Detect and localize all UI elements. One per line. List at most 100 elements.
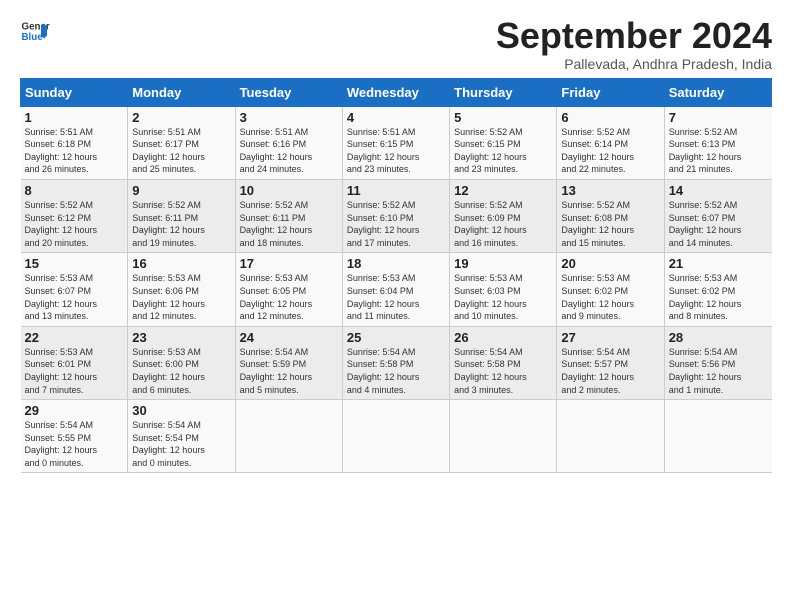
- table-cell: 6Sunrise: 5:52 AM Sunset: 6:14 PM Daylig…: [557, 106, 664, 179]
- table-cell: 16Sunrise: 5:53 AM Sunset: 6:06 PM Dayli…: [128, 253, 235, 326]
- col-wednesday: Wednesday: [342, 78, 449, 106]
- table-row: 8Sunrise: 5:52 AM Sunset: 6:12 PM Daylig…: [21, 179, 772, 252]
- table-row: 29Sunrise: 5:54 AM Sunset: 5:55 PM Dayli…: [21, 400, 772, 473]
- table-cell: 23Sunrise: 5:53 AM Sunset: 6:00 PM Dayli…: [128, 326, 235, 399]
- table-cell: 24Sunrise: 5:54 AM Sunset: 5:59 PM Dayli…: [235, 326, 342, 399]
- day-number: 23: [132, 330, 230, 345]
- col-tuesday: Tuesday: [235, 78, 342, 106]
- col-saturday: Saturday: [664, 78, 771, 106]
- table-cell: 20Sunrise: 5:53 AM Sunset: 6:02 PM Dayli…: [557, 253, 664, 326]
- day-info: Sunrise: 5:51 AM Sunset: 6:15 PM Dayligh…: [347, 126, 445, 176]
- table-cell: 4Sunrise: 5:51 AM Sunset: 6:15 PM Daylig…: [342, 106, 449, 179]
- table-cell: 10Sunrise: 5:52 AM Sunset: 6:11 PM Dayli…: [235, 179, 342, 252]
- table-cell: 18Sunrise: 5:53 AM Sunset: 6:04 PM Dayli…: [342, 253, 449, 326]
- day-info: Sunrise: 5:53 AM Sunset: 6:04 PM Dayligh…: [347, 272, 445, 322]
- day-number: 6: [561, 110, 659, 125]
- month-title: September 2024: [496, 16, 772, 56]
- table-cell: 26Sunrise: 5:54 AM Sunset: 5:58 PM Dayli…: [450, 326, 557, 399]
- day-number: 9: [132, 183, 230, 198]
- subtitle: Pallevada, Andhra Pradesh, India: [496, 56, 772, 72]
- logo: General Blue: [20, 16, 50, 46]
- day-number: 5: [454, 110, 552, 125]
- day-number: 8: [25, 183, 124, 198]
- calendar-table: Sunday Monday Tuesday Wednesday Thursday…: [20, 78, 772, 474]
- table-cell: [664, 400, 771, 473]
- table-cell: 15Sunrise: 5:53 AM Sunset: 6:07 PM Dayli…: [21, 253, 128, 326]
- table-cell: 14Sunrise: 5:52 AM Sunset: 6:07 PM Dayli…: [664, 179, 771, 252]
- day-number: 21: [669, 256, 768, 271]
- day-number: 10: [240, 183, 338, 198]
- table-cell: 22Sunrise: 5:53 AM Sunset: 6:01 PM Dayli…: [21, 326, 128, 399]
- day-number: 28: [669, 330, 768, 345]
- day-info: Sunrise: 5:54 AM Sunset: 5:57 PM Dayligh…: [561, 346, 659, 396]
- day-number: 16: [132, 256, 230, 271]
- day-info: Sunrise: 5:52 AM Sunset: 6:11 PM Dayligh…: [240, 199, 338, 249]
- day-info: Sunrise: 5:53 AM Sunset: 6:02 PM Dayligh…: [669, 272, 768, 322]
- table-cell: 21Sunrise: 5:53 AM Sunset: 6:02 PM Dayli…: [664, 253, 771, 326]
- day-number: 17: [240, 256, 338, 271]
- day-number: 27: [561, 330, 659, 345]
- day-number: 4: [347, 110, 445, 125]
- day-info: Sunrise: 5:52 AM Sunset: 6:10 PM Dayligh…: [347, 199, 445, 249]
- day-number: 26: [454, 330, 552, 345]
- logo-icon: General Blue: [20, 16, 50, 46]
- day-info: Sunrise: 5:53 AM Sunset: 6:07 PM Dayligh…: [25, 272, 124, 322]
- day-info: Sunrise: 5:52 AM Sunset: 6:15 PM Dayligh…: [454, 126, 552, 176]
- day-number: 2: [132, 110, 230, 125]
- table-cell: 9Sunrise: 5:52 AM Sunset: 6:11 PM Daylig…: [128, 179, 235, 252]
- day-info: Sunrise: 5:53 AM Sunset: 6:06 PM Dayligh…: [132, 272, 230, 322]
- day-info: Sunrise: 5:51 AM Sunset: 6:16 PM Dayligh…: [240, 126, 338, 176]
- title-block: September 2024 Pallevada, Andhra Pradesh…: [496, 16, 772, 72]
- day-info: Sunrise: 5:53 AM Sunset: 6:03 PM Dayligh…: [454, 272, 552, 322]
- day-number: 24: [240, 330, 338, 345]
- day-number: 18: [347, 256, 445, 271]
- table-row: 15Sunrise: 5:53 AM Sunset: 6:07 PM Dayli…: [21, 253, 772, 326]
- table-cell: 27Sunrise: 5:54 AM Sunset: 5:57 PM Dayli…: [557, 326, 664, 399]
- table-cell: 11Sunrise: 5:52 AM Sunset: 6:10 PM Dayli…: [342, 179, 449, 252]
- day-info: Sunrise: 5:54 AM Sunset: 5:58 PM Dayligh…: [454, 346, 552, 396]
- day-info: Sunrise: 5:53 AM Sunset: 6:00 PM Dayligh…: [132, 346, 230, 396]
- day-info: Sunrise: 5:51 AM Sunset: 6:17 PM Dayligh…: [132, 126, 230, 176]
- day-number: 1: [25, 110, 124, 125]
- day-info: Sunrise: 5:52 AM Sunset: 6:08 PM Dayligh…: [561, 199, 659, 249]
- header-row: Sunday Monday Tuesday Wednesday Thursday…: [21, 78, 772, 106]
- day-number: 29: [25, 403, 124, 418]
- table-cell: 1Sunrise: 5:51 AM Sunset: 6:18 PM Daylig…: [21, 106, 128, 179]
- day-number: 11: [347, 183, 445, 198]
- day-number: 20: [561, 256, 659, 271]
- table-cell: [450, 400, 557, 473]
- col-monday: Monday: [128, 78, 235, 106]
- table-row: 1Sunrise: 5:51 AM Sunset: 6:18 PM Daylig…: [21, 106, 772, 179]
- day-info: Sunrise: 5:52 AM Sunset: 6:12 PM Dayligh…: [25, 199, 124, 249]
- table-cell: 3Sunrise: 5:51 AM Sunset: 6:16 PM Daylig…: [235, 106, 342, 179]
- day-number: 12: [454, 183, 552, 198]
- day-info: Sunrise: 5:52 AM Sunset: 6:14 PM Dayligh…: [561, 126, 659, 176]
- day-number: 13: [561, 183, 659, 198]
- table-cell: 8Sunrise: 5:52 AM Sunset: 6:12 PM Daylig…: [21, 179, 128, 252]
- table-cell: [557, 400, 664, 473]
- day-info: Sunrise: 5:54 AM Sunset: 5:54 PM Dayligh…: [132, 419, 230, 469]
- header: General Blue September 2024 Pallevada, A…: [20, 16, 772, 72]
- table-row: 22Sunrise: 5:53 AM Sunset: 6:01 PM Dayli…: [21, 326, 772, 399]
- table-cell: 29Sunrise: 5:54 AM Sunset: 5:55 PM Dayli…: [21, 400, 128, 473]
- day-info: Sunrise: 5:54 AM Sunset: 5:59 PM Dayligh…: [240, 346, 338, 396]
- table-cell: 17Sunrise: 5:53 AM Sunset: 6:05 PM Dayli…: [235, 253, 342, 326]
- day-info: Sunrise: 5:52 AM Sunset: 6:07 PM Dayligh…: [669, 199, 768, 249]
- day-info: Sunrise: 5:53 AM Sunset: 6:02 PM Dayligh…: [561, 272, 659, 322]
- day-info: Sunrise: 5:53 AM Sunset: 6:01 PM Dayligh…: [25, 346, 124, 396]
- page: General Blue September 2024 Pallevada, A…: [0, 0, 792, 483]
- day-number: 14: [669, 183, 768, 198]
- table-cell: [342, 400, 449, 473]
- day-info: Sunrise: 5:53 AM Sunset: 6:05 PM Dayligh…: [240, 272, 338, 322]
- day-number: 7: [669, 110, 768, 125]
- day-number: 22: [25, 330, 124, 345]
- table-cell: 19Sunrise: 5:53 AM Sunset: 6:03 PM Dayli…: [450, 253, 557, 326]
- svg-text:Blue: Blue: [22, 32, 44, 43]
- table-cell: 25Sunrise: 5:54 AM Sunset: 5:58 PM Dayli…: [342, 326, 449, 399]
- table-cell: 2Sunrise: 5:51 AM Sunset: 6:17 PM Daylig…: [128, 106, 235, 179]
- col-friday: Friday: [557, 78, 664, 106]
- day-info: Sunrise: 5:52 AM Sunset: 6:13 PM Dayligh…: [669, 126, 768, 176]
- col-sunday: Sunday: [21, 78, 128, 106]
- table-cell: 13Sunrise: 5:52 AM Sunset: 6:08 PM Dayli…: [557, 179, 664, 252]
- day-number: 19: [454, 256, 552, 271]
